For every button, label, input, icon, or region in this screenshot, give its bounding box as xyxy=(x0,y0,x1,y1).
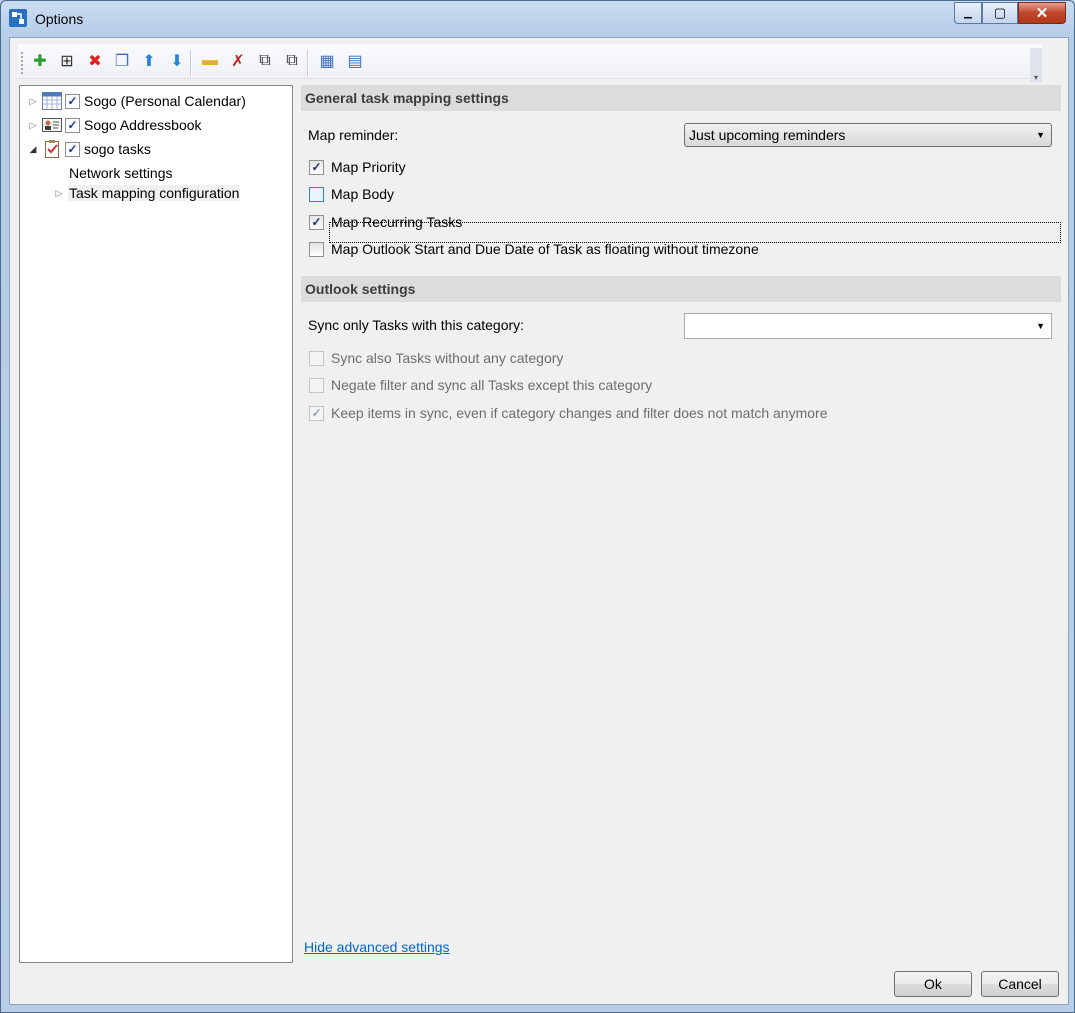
map-body-checkbox[interactable]: Map Body xyxy=(309,184,394,204)
cancel-button[interactable]: Cancel xyxy=(981,971,1059,997)
map-reminder-value: Just upcoming reminders xyxy=(689,127,846,143)
map-reminder-dropdown[interactable]: Just upcoming reminders ▼ xyxy=(684,123,1052,147)
tree-item-label: Sogo (Personal Calendar) xyxy=(84,93,246,109)
negate-filter-label: Negate filter and sync all Tasks except … xyxy=(331,377,653,393)
expander-icon[interactable]: ▷ xyxy=(54,188,64,199)
chevron-down-icon: ▼ xyxy=(1036,321,1045,331)
map-body-label: Map Body xyxy=(331,186,395,202)
keep-in-sync-label: Keep items in sync, even if category cha… xyxy=(331,405,828,421)
settings-panel: General task mapping settings Map remind… xyxy=(301,85,1061,965)
tree-item-task-mapping[interactable]: ▷ Task mapping configuration xyxy=(54,182,241,204)
tree-checkbox[interactable]: ✓ xyxy=(65,117,80,133)
map-floating-checkbox[interactable]: Map Outlook Start and Due Date of Task a… xyxy=(309,239,759,259)
window-title: Options xyxy=(35,11,84,27)
sync-without-category-checkbox[interactable]: Sync also Tasks without any category xyxy=(309,348,563,368)
map-floating-label: Map Outlook Start and Due Date of Task a… xyxy=(331,241,759,257)
title-bar[interactable]: Options ▁ ▢ ✕ xyxy=(1,1,1074,37)
ok-button[interactable]: Ok xyxy=(894,971,972,997)
open-folder-icon[interactable]: ▬ xyxy=(200,51,220,71)
dialog-client-area: ✚ ⊞ ✖ ❐ ⬆ ⬇ ▬ ✗ ⧉ ⧉ ▦ ▤ ▾ ▷ ✓ Sogo (Personal Calend… xyxy=(9,37,1069,1005)
map-reminder-label: Map reminder: xyxy=(308,127,399,143)
toolbar: ✚ ⊞ ✖ ❐ ⬆ ⬇ ▬ ✗ ⧉ ⧉ ▦ ▤ ▾ xyxy=(18,44,1042,82)
add-icon[interactable]: ✚ xyxy=(30,51,50,71)
checkbox-box[interactable] xyxy=(309,241,324,257)
app-icon xyxy=(9,9,27,27)
map-priority-label: Map Priority xyxy=(331,159,406,175)
tree-item-sogo-tasks[interactable]: ◢ ✓ sogo tasks xyxy=(28,138,151,160)
checkbox-box[interactable]: ✓ xyxy=(309,214,324,230)
map-recurring-label: Map Recurring Tasks xyxy=(331,214,463,230)
minimize-button[interactable]: ▁ xyxy=(954,2,982,24)
export-icon[interactable]: ▦ xyxy=(317,51,337,71)
add-multiple-icon[interactable]: ⊞ xyxy=(57,51,77,71)
addressbook-icon xyxy=(42,118,62,132)
minimize-icon: ▁ xyxy=(964,7,972,19)
negate-filter-checkbox[interactable]: Negate filter and sync all Tasks except … xyxy=(309,375,652,395)
clear-cache-icon[interactable]: ✗ xyxy=(228,51,248,71)
expand-all-icon[interactable]: ⧉ xyxy=(255,51,275,71)
checkbox-box[interactable]: ✓ xyxy=(309,405,324,421)
copy-icon[interactable]: ❐ xyxy=(112,51,132,71)
outlook-section-header: Outlook settings xyxy=(301,276,1061,302)
close-icon: ✕ xyxy=(1035,5,1049,22)
keep-in-sync-checkbox[interactable]: ✓ Keep items in sync, even if category c… xyxy=(309,403,828,423)
map-recurring-checkbox[interactable]: ✓ Map Recurring Tasks xyxy=(309,212,462,232)
checkbox-box[interactable] xyxy=(309,377,324,393)
close-button[interactable]: ✕ xyxy=(1018,2,1066,24)
calendar-icon xyxy=(42,92,62,110)
chevron-down-icon: ▼ xyxy=(1036,130,1045,140)
general-section-header: General task mapping settings xyxy=(301,85,1061,111)
import-icon[interactable]: ▤ xyxy=(345,51,365,71)
collapse-all-icon[interactable]: ⧉ xyxy=(282,51,302,71)
maximize-icon: ▢ xyxy=(993,5,1007,20)
toolbar-overflow-button[interactable]: ▾ xyxy=(1030,48,1042,82)
expander-icon[interactable]: ▷ xyxy=(28,96,38,107)
map-priority-checkbox[interactable]: ✓ Map Priority xyxy=(309,157,406,177)
tree-item-label: sogo tasks xyxy=(84,141,151,157)
toolbar-separator xyxy=(307,50,309,76)
expander-icon[interactable]: ▷ xyxy=(28,120,38,131)
delete-icon[interactable]: ✖ xyxy=(85,51,105,71)
category-dropdown[interactable]: ▼ xyxy=(684,313,1052,339)
expander-expanded-icon[interactable]: ◢ xyxy=(28,144,38,155)
tasks-icon xyxy=(45,140,59,158)
checkbox-box[interactable] xyxy=(309,350,324,366)
tree-item-sogo-addressbook[interactable]: ▷ ✓ Sogo Addressbook xyxy=(28,114,202,136)
options-window: Options ▁ ▢ ✕ ✚ ⊞ ✖ ❐ ⬆ ⬇ ▬ ✗ ⧉ ⧉ ▦ ▤ ▾ ▷ ✓ Sogo (P… xyxy=(0,0,1075,1013)
tree-item-sogo-calendar[interactable]: ▷ ✓ Sogo (Personal Calendar) xyxy=(28,90,246,112)
hide-advanced-settings-link[interactable]: Hide advanced settings xyxy=(304,939,450,955)
tree-item-network-settings[interactable]: Network settings xyxy=(69,162,172,184)
move-down-icon[interactable]: ⬇ xyxy=(167,51,187,71)
checkbox-box[interactable] xyxy=(309,186,324,202)
tree-item-label: Sogo Addressbook xyxy=(84,117,202,133)
profile-tree[interactable]: ▷ ✓ Sogo (Personal Calendar) ▷ ✓ Sogo Ad… xyxy=(19,85,293,963)
toolbar-grip[interactable] xyxy=(21,52,25,74)
tree-checkbox[interactable]: ✓ xyxy=(65,93,80,109)
move-up-icon[interactable]: ⬆ xyxy=(139,51,159,71)
toolbar-separator xyxy=(190,50,192,76)
tree-item-label: Task mapping configuration xyxy=(68,185,241,201)
maximize-button[interactable]: ▢ xyxy=(982,2,1018,24)
tree-item-label: Network settings xyxy=(69,165,173,181)
sync-without-category-label: Sync also Tasks without any category xyxy=(331,350,564,366)
category-label: Sync only Tasks with this category: xyxy=(308,317,525,333)
checkbox-box[interactable]: ✓ xyxy=(309,159,324,175)
tree-checkbox[interactable]: ✓ xyxy=(65,141,80,157)
